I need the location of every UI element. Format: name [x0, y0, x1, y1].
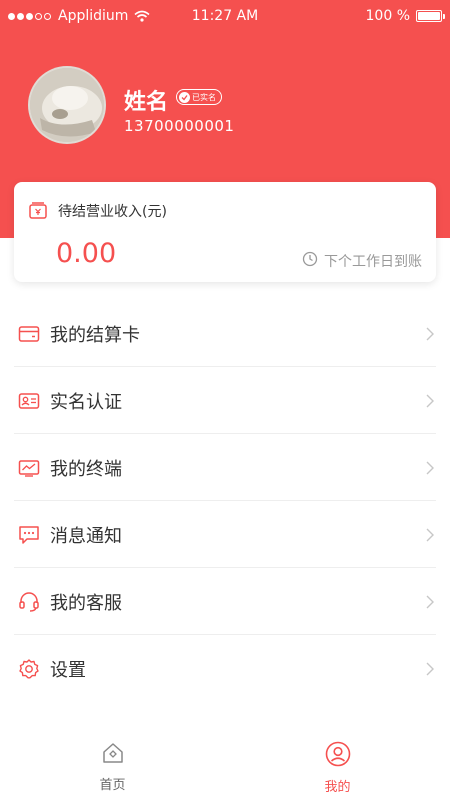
menu-item-label: 设置 [50, 659, 86, 681]
bank-card-icon [18, 323, 40, 345]
menu-item-verification[interactable]: 实名认证 [0, 367, 450, 434]
tab-home[interactable]: 首页 [0, 733, 225, 800]
avatar[interactable] [28, 66, 106, 144]
menu-list: 我的结算卡 实名认证 我的终端 消息通知 我的客服 设置 [0, 300, 450, 702]
chevron-right-icon [426, 594, 434, 613]
menu-item-label: 我的客服 [50, 592, 122, 614]
menu-item-label: 实名认证 [50, 391, 122, 413]
income-title: 待结营业收入(元) [58, 204, 167, 220]
chevron-right-icon [426, 393, 434, 412]
battery-percentage: 100 % [365, 8, 410, 24]
wallet-icon [28, 202, 48, 224]
chevron-right-icon [426, 527, 434, 546]
id-card-icon [18, 390, 40, 412]
menu-item-terminal[interactable]: 我的终端 [0, 434, 450, 501]
user-name: 姓名 [124, 90, 169, 115]
menu-item-notifications[interactable]: 消息通知 [0, 501, 450, 568]
gear-icon [18, 658, 40, 680]
tab-me-label: 我的 [324, 780, 351, 795]
message-icon [18, 524, 40, 546]
user-phone: 13700000001 [124, 117, 235, 135]
chevron-right-icon [426, 460, 434, 479]
menu-item-customer-service[interactable]: 我的客服 [0, 568, 450, 635]
settle-note: 下个工作日到账 [324, 254, 422, 270]
menu-item-label: 我的终端 [50, 458, 122, 480]
menu-item-settings[interactable]: 设置 [0, 635, 450, 702]
battery-level [418, 12, 440, 20]
headset-icon [18, 591, 40, 613]
check-icon [179, 91, 190, 103]
menu-item-label: 消息通知 [50, 525, 122, 547]
status-bar: Applidium 11:27 AM 100 % [0, 0, 450, 32]
home-icon [101, 741, 125, 769]
chevron-right-icon [426, 661, 434, 680]
verified-label: 已实名 [192, 92, 216, 102]
tab-me[interactable]: 我的 [225, 733, 450, 800]
income-card[interactable]: 待结营业收入(元) 0.00 下个工作日到账 [14, 182, 436, 282]
income-amount: 0.00 [56, 238, 117, 269]
user-icon [325, 741, 351, 771]
tab-bar: 首页 我的 [0, 733, 450, 800]
clock-icon [302, 251, 318, 271]
verified-badge: 已实名 [176, 89, 222, 105]
battery-icon [416, 10, 445, 22]
chevron-right-icon [426, 326, 434, 345]
terminal-icon [18, 457, 40, 479]
menu-item-settlement-card[interactable]: 我的结算卡 [0, 300, 450, 367]
tab-home-label: 首页 [99, 778, 126, 793]
menu-item-label: 我的结算卡 [50, 324, 140, 346]
